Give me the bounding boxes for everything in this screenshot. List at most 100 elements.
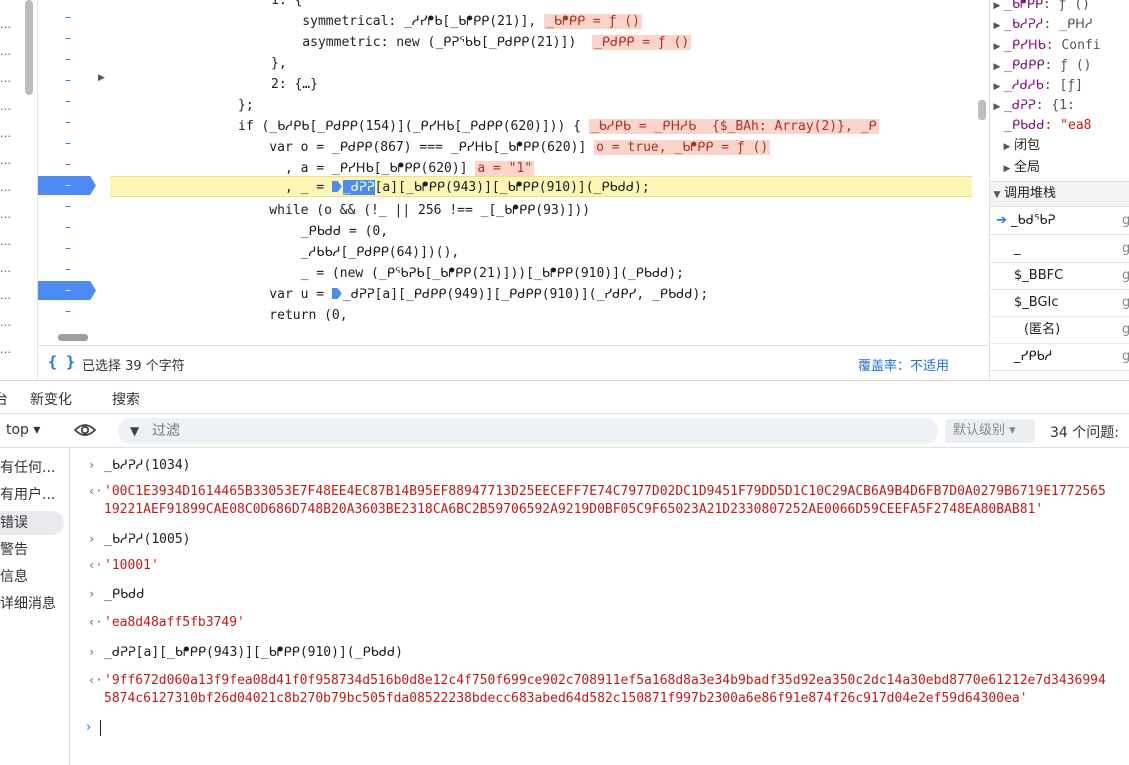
scope-variable[interactable]: ▶ _ᑯᕈᕈ: {1: [990,95,1129,116]
tab-console[interactable]: 台 [0,389,8,417]
console-input-line: › _ᑲᓱᕈᓱ(1034) [88,458,191,473]
global-scope[interactable]: ▶ 全局 [1000,157,1129,178]
scope-variable[interactable]: ▶ _ᓱᑯᓱᑲ: [ƒ] [990,75,1129,96]
filter-input[interactable] [152,418,752,444]
nav-item[interactable]: … [0,72,12,84]
callstack-frame[interactable]: $_BBFCg [990,262,1129,290]
nav-item[interactable]: … [0,208,12,220]
console-input-line: › _ᑭᑲᑯᑯ [88,587,145,602]
context-selector[interactable]: top ▾ [6,422,40,438]
gutter-mark[interactable]: – [38,49,98,70]
expand-chevron-icon: › [88,587,96,601]
result-arrow-icon: ‹· [88,484,103,498]
closure-scope[interactable]: ▶ 闭包 [1000,135,1129,156]
console-input-caret[interactable] [100,720,101,736]
log-level-dropdown[interactable]: 默认级别 ▾ [945,419,1035,443]
scope-variable[interactable]: ▶ _ᑲᓱᕈᓱ: _ᑭᕼᓱ [990,14,1129,35]
vertical-scrollbar[interactable] [978,100,986,120]
inline-value: _ᑲᓱᑭᑲ = _ᑭᕼᓱᑲ {$_BAh: Array(2)}, _ᑭ [588,119,879,134]
gutter-mark[interactable]: – [38,133,98,154]
issues-count[interactable]: 34 个问题: [1050,422,1119,442]
line-gutter[interactable]: – – – – – – – – – – – – – – – [38,0,98,332]
coverage-link[interactable]: 覆盖率：不适用 [858,355,949,374]
callstack-frame[interactable]: $_BGIcg [990,289,1129,317]
nav-item[interactable]: … [0,262,12,274]
horizontal-scrollbar[interactable] [52,332,972,342]
current-frame-arrow-icon: ➔ [996,213,1007,228]
breakpoint-marker[interactable]: – [38,175,98,196]
tab-changes[interactable]: 新变化 [30,389,72,409]
nav-item[interactable]: … [0,343,12,355]
nav-item[interactable]: … [0,181,12,193]
scope-variable[interactable]: _ᑭᑲᑯᑯ: "ea8 [990,115,1129,136]
drawer-tabbar: 台 新变化 搜索 [0,380,1129,417]
code-editor[interactable]: – – – – – – – – – – – – – – – ▶ 1: { sym… [38,0,988,345]
fold-arrow-icon[interactable]: ▶ [98,68,108,89]
nav-item[interactable]: … [0,127,12,139]
console-toolbar: top ▾ ▼ 默认级别 ▾ 34 个问题: [0,414,1129,448]
sidebar-item-user-messages[interactable]: 有用户... [0,483,70,507]
gutter-mark[interactable]: – [38,217,98,238]
debugger-sidebar: ▶ _ᑲᖰᑭᑭ: ƒ () ▶ _ᑲᓱᕈᓱ: _ᑭᕼᓱ ▶ _ᑭᓯᕼᑲ: Confi … [989,0,1129,380]
console-input-line: › _ᑲᓱᕈᓱ(1005) [88,532,191,547]
code-line: _ᓱᑲᑲᓱ[_ᑭᑯᑭᑭ(64)])(), [238,245,460,260]
execution-arrow-icon [331,181,342,192]
current-execution-line: , _ = _ᑯᕈᕈ[a][_ᑲᖰᑭᑭ(943)][_ᑲᖰᑭᑭ(910)](_ᑭ… [110,176,972,197]
sources-panel: … … … … … … … … … … … … … – – – – – – – … [0,0,1129,380]
inline-value: a = "1" [475,161,535,176]
breakpoint-marker[interactable]: – [38,280,98,301]
code-line: var o = _ᑭᑯᑭᑭ(867) === _ᑭᓯᕼᑲ[_ᑲᖰᑭᑭ(620)]… [238,140,771,155]
sidebar-item-info[interactable]: 信息 [0,565,70,589]
sidebar-item-errors[interactable]: 错误 [0,511,64,535]
nav-item[interactable]: … [0,289,12,301]
filter-box[interactable]: ▼ [118,418,938,444]
gutter-mark[interactable]: – [38,91,98,112]
callstack-frame[interactable]: _ᓯᑭᑲᓱg [990,343,1129,371]
code-line: symmetrical: _ᓱᓯᖰᑲ[_ᑲᖰᑭᑭ(21)], _ᑲᖰᑭᑭ = ƒ… [271,14,642,29]
code-line: return (0, [238,308,348,323]
code-lines: 1: { symmetrical: _ᓱᓯᖰᑲ[_ᑲᖰᑭᑭ(21)], _ᑲᖰᑭ… [110,0,972,332]
code-line: }, [271,56,287,71]
gutter-mark[interactable]: – [38,196,98,217]
nav-item[interactable]: … [0,100,12,112]
console-sidebar: 有任何... 有用户... 错误 警告 信息 详细消息 [0,448,70,765]
nav-item[interactable]: … [0,154,12,166]
gutter-mark[interactable]: – [38,70,98,91]
gutter-mark[interactable]: – [38,112,98,133]
console-output[interactable]: › _ᑲᓱᕈᓱ(1034) ‹· '00C1E3934D1614465B33053E… [70,448,1129,765]
result-arrow-icon: ‹· [88,558,103,572]
callstack-frame[interactable]: (匿名)g [990,316,1129,344]
navigator-scrollbar[interactable] [25,0,33,95]
editor-statusbar: { } 已选择 39 个字符 覆盖率：不适用 [38,345,988,380]
code-line: asymmetric: new (_ᑭᕈᖃᑲ[_ᑭᑯᑭᑭ(21)]) _ᑭᑯᑭᑭ… [271,35,692,50]
gutter-mark[interactable]: – [38,259,98,280]
nav-item[interactable]: … [0,316,12,328]
gutter-mark[interactable]: – [38,238,98,259]
console-result-line: ‹· '10001' [88,558,159,573]
gutter-mark[interactable]: – [38,154,98,175]
code-line: while (o && (!_ || 256 !== _[_ᑲᖰᑭᑭ(93)])… [238,203,591,218]
sidebar-item-verbose[interactable]: 详细消息 [0,592,70,616]
tab-search[interactable]: 搜索 [112,389,140,409]
console-result-line: ‹· '9ff672d060a13f9fea08d41f0f958734d516b… [88,673,1106,706]
scope-variable[interactable]: ▶ _ᑲᖰᑭᑭ: ƒ () [990,0,1129,15]
callstack-frame[interactable]: _g [990,235,1129,263]
nav-item[interactable]: … [0,18,12,30]
execution-arrow-icon [331,288,342,299]
selection-count: 已选择 39 个字符 [82,359,185,374]
sidebar-item-warnings[interactable]: 警告 [0,538,70,562]
scope-variable[interactable]: ▶ _ᑭᑯᑭᑭ: ƒ () [990,55,1129,76]
sidebar-item-messages[interactable]: 有任何... [0,456,70,480]
gutter-mark[interactable]: – [38,301,98,322]
gutter-mark[interactable]: – [38,28,98,49]
nav-item[interactable]: … [0,235,12,247]
pretty-print-icon[interactable]: { } [48,353,75,371]
scope-variable[interactable]: ▶ _ᑭᓯᕼᑲ: Confi [990,35,1129,56]
nav-item[interactable]: … [0,45,12,57]
eye-icon[interactable] [74,422,96,438]
callstack-header[interactable]: ▼ 调用堆栈 [990,181,1129,207]
code-line: 1: { [271,0,303,8]
callstack-frame[interactable]: ➔ _ᑲᑯᖃᕈg [990,207,1129,235]
gutter-mark[interactable]: – [38,7,98,28]
inline-value: o = true, _ᑲᖰᑭᑭ = ƒ () [594,140,771,155]
